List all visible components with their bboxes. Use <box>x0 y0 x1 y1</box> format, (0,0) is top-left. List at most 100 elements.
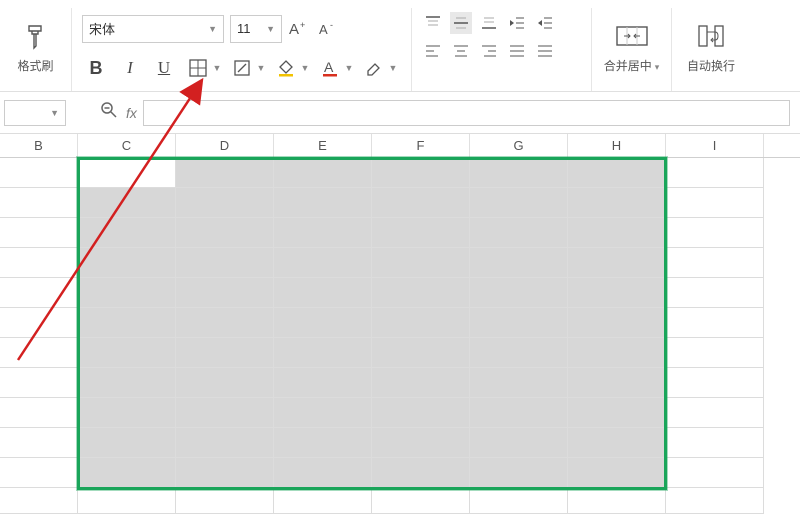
cell[interactable] <box>372 398 470 428</box>
formula-input[interactable] <box>143 100 790 126</box>
cell[interactable] <box>568 428 666 458</box>
cell[interactable] <box>372 488 470 514</box>
increase-font-button[interactable]: A+ <box>288 16 312 42</box>
cell[interactable] <box>568 368 666 398</box>
cell[interactable] <box>568 158 666 188</box>
cell[interactable] <box>470 458 568 488</box>
cell[interactable] <box>372 338 470 368</box>
cell[interactable] <box>470 428 568 458</box>
cell[interactable] <box>0 248 78 278</box>
bold-button[interactable]: B <box>82 55 110 81</box>
col-header[interactable]: I <box>666 134 764 157</box>
cell[interactable] <box>0 398 78 428</box>
cell[interactable] <box>0 488 78 514</box>
cell[interactable] <box>78 248 176 278</box>
cell[interactable] <box>78 368 176 398</box>
wrap-text-group[interactable]: 自动换行 <box>672 8 750 91</box>
align-right-button[interactable] <box>478 40 500 62</box>
chevron-down-icon[interactable]: ▼ <box>300 55 310 81</box>
cell[interactable] <box>78 158 176 188</box>
cell[interactable] <box>568 248 666 278</box>
cell[interactable] <box>274 398 372 428</box>
cell[interactable] <box>176 428 274 458</box>
chevron-down-icon[interactable]: ▼ <box>212 55 222 81</box>
cell[interactable] <box>372 458 470 488</box>
decrease-indent-button[interactable] <box>506 12 528 34</box>
chevron-down-icon[interactable]: ▼ <box>256 55 266 81</box>
italic-button[interactable]: I <box>116 55 144 81</box>
cell[interactable] <box>78 338 176 368</box>
col-header[interactable]: E <box>274 134 372 157</box>
cell[interactable] <box>0 368 78 398</box>
col-header[interactable]: B <box>0 134 78 157</box>
cell[interactable] <box>274 368 372 398</box>
cell[interactable] <box>666 338 764 368</box>
underline-button[interactable]: U <box>150 55 178 81</box>
cell[interactable] <box>78 188 176 218</box>
cell[interactable] <box>568 278 666 308</box>
align-middle-button[interactable] <box>450 12 472 34</box>
fill-color-button[interactable]: ▼ <box>272 55 310 81</box>
cell[interactable] <box>0 458 78 488</box>
cell[interactable] <box>0 338 78 368</box>
cell[interactable] <box>666 218 764 248</box>
cell[interactable] <box>274 308 372 338</box>
border-button[interactable]: ▼ <box>184 55 222 81</box>
col-header[interactable]: C <box>78 134 176 157</box>
align-top-button[interactable] <box>422 12 444 34</box>
cell[interactable] <box>176 488 274 514</box>
cell[interactable] <box>78 398 176 428</box>
cell[interactable] <box>666 488 764 514</box>
cell[interactable] <box>568 338 666 368</box>
zoom-out-icon[interactable] <box>100 101 118 124</box>
cell[interactable] <box>176 218 274 248</box>
cell[interactable] <box>0 218 78 248</box>
cell[interactable] <box>666 248 764 278</box>
cell[interactable] <box>372 368 470 398</box>
chevron-down-icon[interactable]: ▼ <box>388 55 398 81</box>
cell[interactable] <box>372 158 470 188</box>
cell[interactable] <box>176 338 274 368</box>
align-left-button[interactable] <box>422 40 444 62</box>
cell[interactable] <box>176 158 274 188</box>
decrease-font-button[interactable]: A- <box>318 16 342 42</box>
cell[interactable] <box>176 458 274 488</box>
cell[interactable] <box>274 458 372 488</box>
cell[interactable] <box>666 188 764 218</box>
cell[interactable] <box>78 428 176 458</box>
align-bottom-button[interactable] <box>478 12 500 34</box>
cell[interactable] <box>372 278 470 308</box>
cell[interactable] <box>372 188 470 218</box>
cell[interactable] <box>274 158 372 188</box>
chevron-down-icon[interactable]: ▼ <box>344 55 354 81</box>
col-header[interactable]: D <box>176 134 274 157</box>
cell[interactable] <box>176 278 274 308</box>
cell[interactable] <box>568 188 666 218</box>
cell[interactable] <box>274 218 372 248</box>
cell[interactable] <box>470 218 568 248</box>
cell-style-button[interactable]: ▼ <box>228 55 266 81</box>
col-header[interactable]: F <box>372 134 470 157</box>
cell[interactable] <box>666 278 764 308</box>
spreadsheet-grid[interactable]: B C D E F G H I <box>0 134 800 514</box>
cell[interactable] <box>372 428 470 458</box>
cell[interactable] <box>470 278 568 308</box>
cell[interactable] <box>274 188 372 218</box>
cell[interactable] <box>568 218 666 248</box>
name-box[interactable]: ▼ <box>4 100 66 126</box>
cell[interactable] <box>470 338 568 368</box>
cell[interactable] <box>176 308 274 338</box>
cell[interactable] <box>372 308 470 338</box>
cell[interactable] <box>666 308 764 338</box>
clear-format-button[interactable]: ▼ <box>360 55 398 81</box>
cell[interactable] <box>470 158 568 188</box>
cell[interactable] <box>0 158 78 188</box>
cell[interactable] <box>0 308 78 338</box>
align-distribute-button[interactable] <box>534 40 556 62</box>
cell[interactable] <box>176 248 274 278</box>
cell[interactable] <box>274 488 372 514</box>
cell[interactable] <box>372 248 470 278</box>
cell[interactable] <box>0 188 78 218</box>
cell[interactable] <box>470 248 568 278</box>
cell[interactable] <box>568 308 666 338</box>
